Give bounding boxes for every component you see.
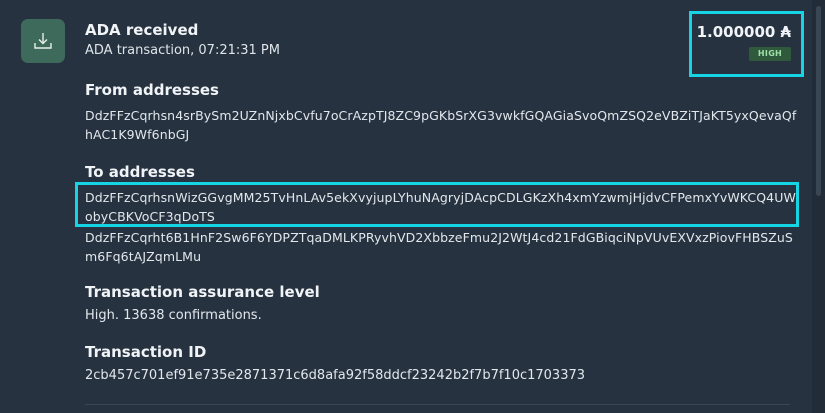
receive-download-icon [21, 19, 65, 63]
to-addresses-heading: To addresses [85, 163, 195, 181]
section-divider [85, 404, 790, 405]
amount-highlight-box: 1.000000 ₳ HIGH [689, 11, 804, 77]
assurance-badge: HIGH [749, 47, 791, 61]
receive-download-icon-glyph [34, 33, 52, 49]
transaction-subtitle: ADA transaction, 07:21:31 PM [85, 43, 280, 58]
transaction-id-value[interactable]: 2cb457c701ef91e735e2871371c6d8afa92f58dd… [85, 368, 585, 383]
assurance-value: High. 13638 confirmations. [85, 308, 262, 323]
assurance-heading: Transaction assurance level [85, 283, 320, 301]
from-addresses-heading: From addresses [85, 81, 219, 99]
to-address-1[interactable]: DdzFFzCqrhsnWizGGvgMM25TvHnLAv5ekXvyjupL… [85, 188, 797, 226]
transaction-id-heading: Transaction ID [85, 343, 207, 361]
from-address-1[interactable]: DdzFFzCqrhsn4srBySm2UZnNjxbCvfu7oCrAzpTJ… [85, 106, 797, 144]
to-address-2[interactable]: DdzFFzCqrht6B1HnF2Sw6F6YDPZTqaDMLKPRyvhV… [85, 228, 797, 266]
transaction-panel: ADA received ADA transaction, 07:21:31 P… [0, 0, 812, 413]
transaction-amount: 1.000000 ₳ [696, 23, 791, 41]
scrollbar-thumb[interactable] [816, 6, 821, 196]
transaction-title: ADA received [85, 21, 199, 39]
